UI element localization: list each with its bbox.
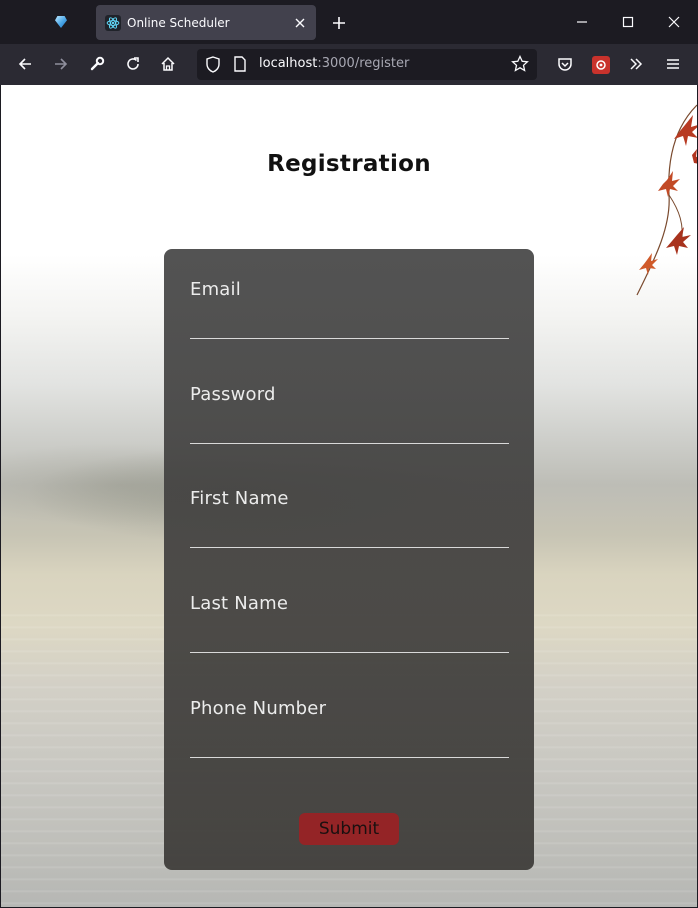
page-viewport: Registration Email Password First Name L…	[1, 85, 697, 907]
first-name-label: First Name	[190, 488, 289, 509]
email-input[interactable]	[190, 309, 509, 339]
phone-number-field-group: Phone Number	[190, 698, 509, 778]
new-tab-icon[interactable]	[326, 10, 352, 36]
url-host: localhost	[259, 56, 318, 71]
first-name-field-group: First Name	[190, 488, 509, 568]
email-label: Email	[190, 279, 241, 300]
wrench-icon[interactable]	[83, 50, 111, 78]
password-input[interactable]	[190, 414, 509, 444]
email-field-group: Email	[190, 279, 509, 359]
tab-bar: Online Scheduler	[0, 0, 698, 44]
page-icon[interactable]	[233, 56, 247, 72]
password-field-group: Password	[190, 384, 509, 464]
password-label: Password	[190, 384, 276, 405]
url-bar[interactable]: localhost:3000/register	[197, 49, 537, 80]
pocket-icon[interactable]	[551, 50, 579, 78]
bookmark-star-icon[interactable]	[511, 55, 531, 75]
last-name-input[interactable]	[190, 623, 509, 653]
shield-icon[interactable]	[205, 56, 221, 73]
tab-title: Online Scheduler	[127, 15, 230, 30]
last-name-field-group: Last Name	[190, 593, 509, 673]
react-icon	[105, 14, 121, 31]
forward-icon[interactable]	[47, 50, 75, 78]
back-icon[interactable]	[11, 50, 39, 78]
minimize-icon[interactable]	[567, 8, 597, 36]
gem-icon	[55, 16, 67, 28]
url-path: :3000/register	[317, 56, 410, 71]
extension-icon[interactable]	[592, 56, 610, 74]
submit-button[interactable]: Submit	[299, 813, 399, 845]
page-title: Registration	[267, 151, 431, 177]
active-tab[interactable]: Online Scheduler	[96, 5, 316, 40]
menu-icon[interactable]	[659, 50, 687, 78]
autumn-leaves-decoration	[636, 104, 697, 296]
phone-number-label: Phone Number	[190, 698, 327, 719]
registration-form: Email Password First Name Last Name Phon…	[164, 249, 534, 870]
close-window-icon[interactable]	[659, 8, 689, 36]
url-text[interactable]: localhost:3000/register	[259, 56, 409, 71]
first-name-input[interactable]	[190, 518, 509, 548]
close-tab-icon[interactable]	[288, 11, 312, 35]
phone-number-input[interactable]	[190, 728, 509, 758]
home-icon[interactable]	[154, 50, 182, 78]
last-name-label: Last Name	[190, 593, 289, 614]
reload-icon[interactable]	[119, 50, 147, 78]
maximize-icon[interactable]	[613, 8, 643, 36]
overflow-icon[interactable]	[622, 50, 650, 78]
pinned-tab[interactable]	[44, 6, 78, 38]
